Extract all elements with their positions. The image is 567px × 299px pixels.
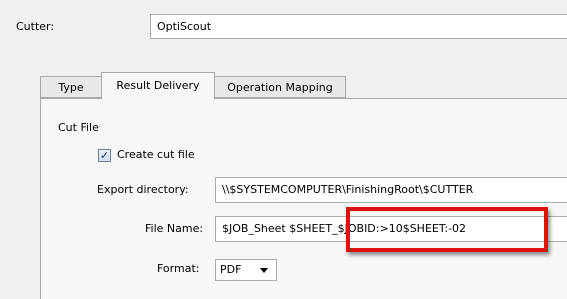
- cut-file-section-title: Cut File: [58, 121, 99, 134]
- format-select[interactable]: PDF: [215, 259, 277, 281]
- tab-type[interactable]: Type: [40, 76, 102, 98]
- export-directory-field[interactable]: \\$SYSTEMCOMPUTER\FinishingRoot\$CUTTER: [215, 177, 567, 203]
- tab-result-delivery[interactable]: Result Delivery: [101, 72, 215, 99]
- create-cut-file-label: Create cut file: [117, 148, 195, 161]
- chevron-down-icon: [260, 268, 268, 273]
- create-cut-file-checkbox[interactable]: ✓: [98, 149, 111, 162]
- format-select-value: PDF: [220, 263, 242, 276]
- tab-operation-mapping[interactable]: Operation Mapping: [214, 76, 346, 98]
- highlight-annotation-box: [346, 207, 548, 252]
- format-label: Format:: [157, 262, 200, 275]
- cutter-label: Cutter:: [16, 20, 55, 33]
- file-name-label: File Name:: [145, 222, 204, 235]
- cutter-field[interactable]: OptiScout: [150, 14, 567, 39]
- export-directory-label: Export directory:: [97, 183, 189, 196]
